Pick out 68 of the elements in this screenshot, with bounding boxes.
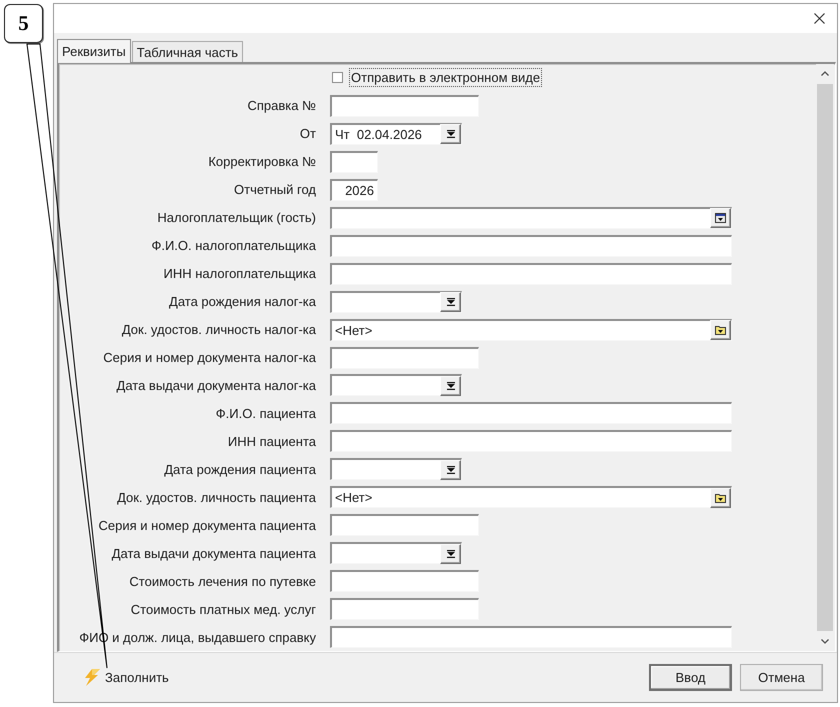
caret-down-icon [446,382,454,390]
close-icon [814,13,824,24]
text-field[interactable] [330,598,479,620]
chevron-down-icon [821,639,829,644]
date-field[interactable] [330,542,462,564]
field-label: Док. удостов. личность налог-ка [120,322,316,338]
text-field[interactable] [330,346,479,368]
text-field[interactable] [330,262,732,285]
dropdown-button[interactable] [440,544,461,564]
field-label: Дата выдачи документа пациента [110,546,316,561]
field-label: ИНН налогоплательщика [162,266,316,282]
dropdown-button[interactable] [440,292,461,312]
field-label: Налогоплательщик (гость) [156,210,316,226]
list-window-icon [715,213,726,224]
folder-icon [715,325,726,336]
text-field[interactable] [330,234,732,257]
field-label: Дата рождения налог-ка [168,294,316,310]
select-field[interactable]: <Нет> [330,318,732,341]
checkbox[interactable] [332,72,343,84]
field-label: Корректировка № [207,154,316,170]
lookup-button[interactable] [710,208,731,228]
field-label: Ф.И.О. налогоплательщика [150,238,316,254]
callout-number: 5 [4,4,43,43]
field-label: Серия и номер документа пациента [98,518,316,533]
field-label: Справка № [246,98,316,114]
field-label: ИНН пациента [226,434,316,449]
caret-down-icon [446,466,454,474]
date-field[interactable] [330,458,462,480]
lookup-button[interactable] [710,320,731,340]
folder-icon [715,492,726,503]
field-label: Ф.И.О. пациента [214,406,316,421]
chevron-up-icon [821,71,829,76]
text-field[interactable] [330,150,378,173]
select-field[interactable] [330,206,732,229]
text-field[interactable] [330,430,732,452]
caret-down-icon [446,298,454,306]
date-field[interactable] [330,374,462,396]
checkbox-label[interactable]: Отправить в электронном виде [349,68,542,88]
caret-down-icon [446,550,454,558]
dropdown-button[interactable] [440,460,461,480]
field-label: Док. удостов. личность пациента [116,490,316,505]
field-label: Отчетный год [233,182,316,198]
date-field[interactable]: Чт 02.04.2026 [330,122,462,145]
enter-button[interactable]: Ввод [649,664,732,691]
field-label: Стоимость лечения по путевке [128,574,316,589]
lookup-button[interactable] [710,488,731,508]
tab[interactable]: Реквизиты [57,39,131,63]
tab[interactable]: Табличная часть [132,41,244,62]
field-label: Дата рождения пациента [163,462,316,477]
field-label: Дата выдачи документа налог-ка [116,378,316,393]
scrollbar-thumb[interactable] [817,84,833,631]
lightning-icon [83,669,100,686]
field-label: От [298,126,316,142]
field-label: Стоимость платных мед. услуг [130,602,316,617]
select-field[interactable]: <Нет> [330,486,732,508]
fill-in-button[interactable]: Заполнить [83,669,169,686]
date-field[interactable] [330,290,462,313]
text-field[interactable]: 2026 [330,178,378,201]
dropdown-button[interactable] [440,124,461,144]
dropdown-button[interactable] [440,376,461,396]
text-field[interactable] [330,94,479,117]
text-field[interactable] [330,570,479,592]
caret-down-icon [446,130,454,138]
cancel-button[interactable]: Отмена [740,664,823,691]
field-label: Серия и номер документа налог-ка [102,350,316,365]
text-field[interactable] [330,402,732,424]
text-field[interactable] [330,626,732,648]
text-field[interactable] [330,514,479,536]
